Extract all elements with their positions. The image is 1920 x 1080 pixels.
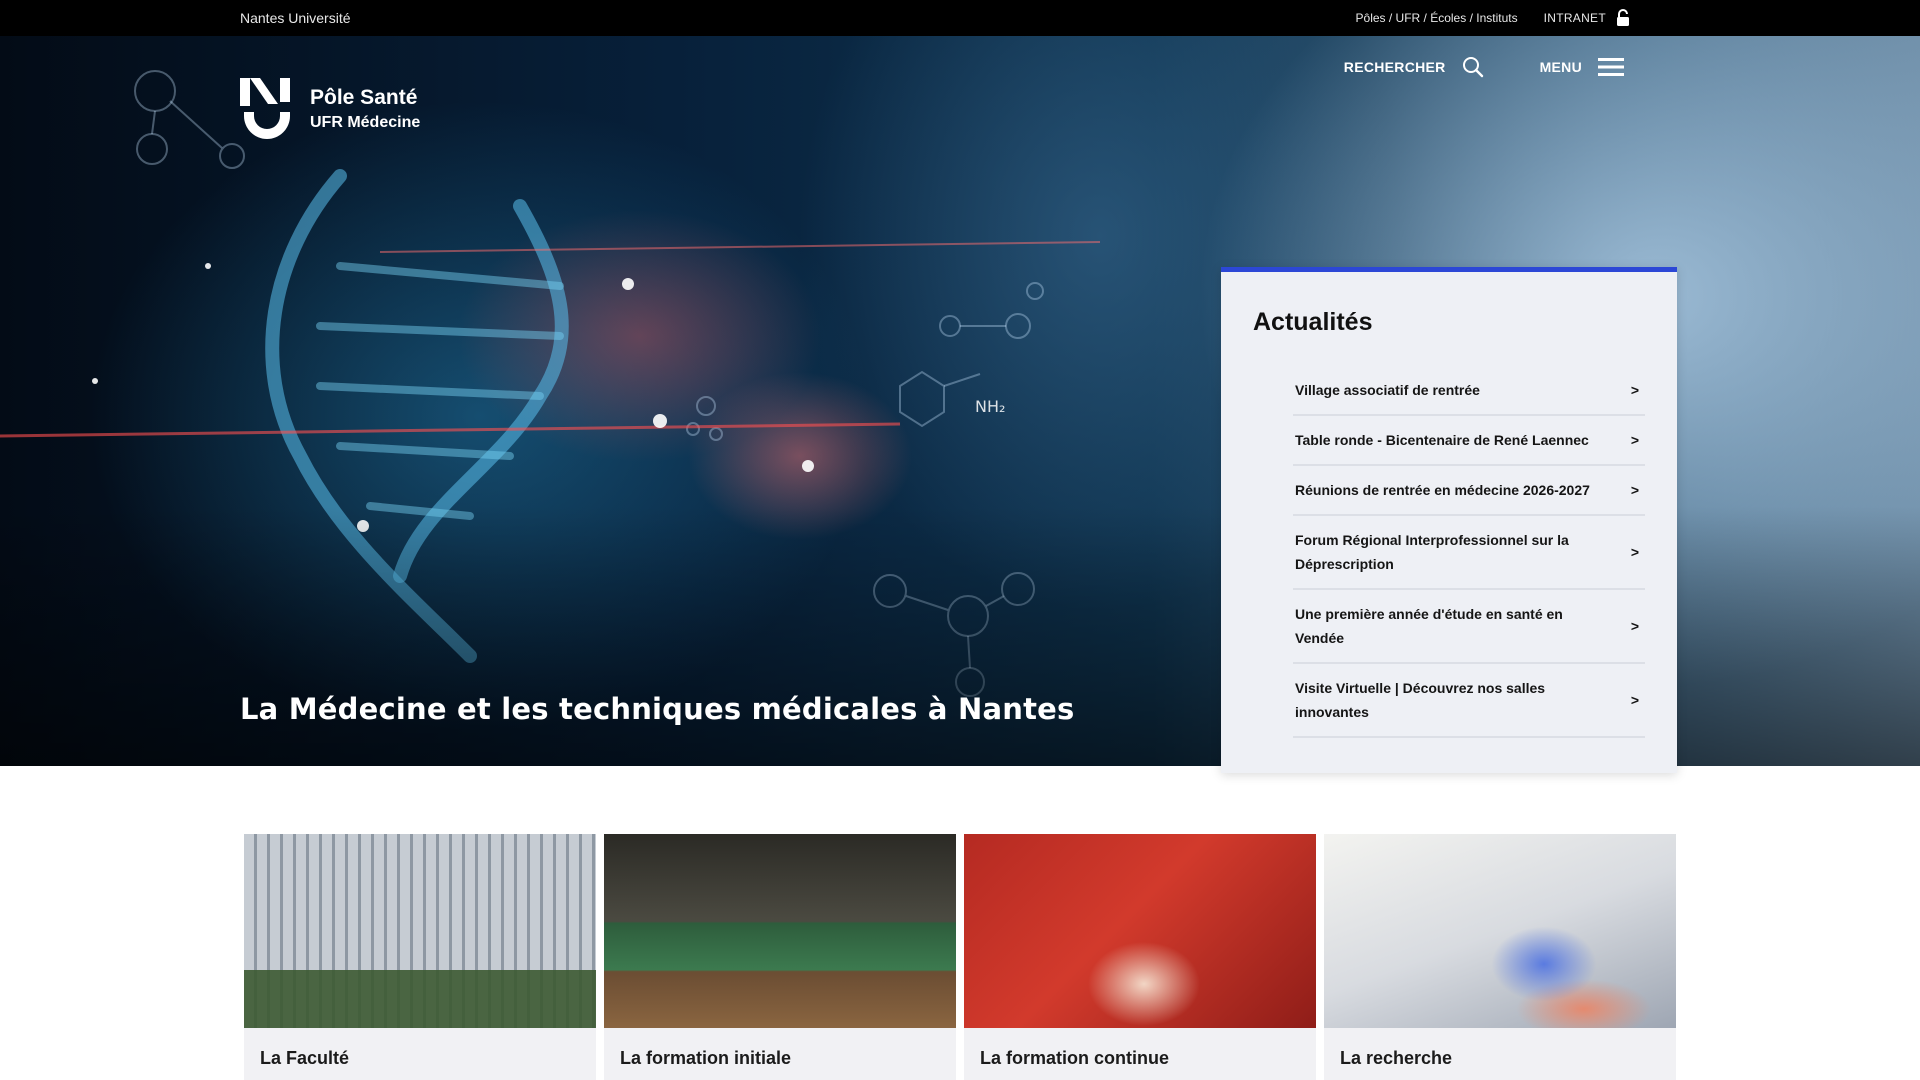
hamburger-icon — [1598, 58, 1624, 76]
intranet-label: INTRANET — [1543, 11, 1606, 25]
header-actions: RECHERCHER MENU — [1344, 56, 1624, 78]
chevron-right-icon: > — [1630, 432, 1639, 448]
news-item[interactable]: Forum Régional Interprofessionnel sur la… — [1293, 516, 1645, 590]
chevron-right-icon: > — [1630, 544, 1639, 560]
top-links: Pôles / UFR / Écoles / Instituts INTRANE… — [1356, 9, 1630, 27]
chevron-right-icon: > — [1630, 482, 1639, 498]
student-writing-image — [964, 834, 1316, 1028]
poles-link[interactable]: Pôles / UFR / Écoles / Instituts — [1356, 11, 1518, 25]
card-label: La formation initiale — [620, 1048, 792, 1068]
university-link[interactable]: Nantes Université — [240, 10, 351, 26]
card-recherche[interactable]: La recherche — [1324, 834, 1676, 1080]
svg-text:NH₂: NH₂ — [975, 397, 1005, 416]
card-formation-continue[interactable]: La formation continue — [964, 834, 1316, 1080]
search-icon — [1462, 57, 1483, 78]
card-formation-initiale[interactable]: La formation initiale — [604, 834, 956, 1080]
news-item[interactable]: Village associatif de rentrée > — [1293, 366, 1645, 416]
news-item-label: Table ronde - Bicentenaire de René Laenn… — [1295, 432, 1589, 448]
news-item[interactable]: Réunions de rentrée en médecine 2026-202… — [1293, 466, 1645, 516]
search-label: RECHERCHER — [1343, 59, 1446, 75]
card-label: La formation continue — [980, 1048, 1169, 1068]
card-label: La recherche — [1340, 1048, 1453, 1068]
chevron-right-icon: > — [1630, 692, 1639, 708]
card-label: La Faculté — [260, 1048, 350, 1068]
news-item-label: Visite Virtuelle | Découvrez nos salles … — [1295, 680, 1546, 720]
news-panel: Actualités Village associatif de rentrée… — [1221, 267, 1677, 773]
lock-icon — [1617, 9, 1629, 26]
news-item-label: Une première année d'étude en santé en V… — [1295, 606, 1563, 646]
chevron-right-icon: > — [1630, 382, 1639, 398]
laboratory-image — [1324, 834, 1676, 1028]
faculty-building-image — [244, 834, 596, 1028]
news-item[interactable]: Une première année d'étude en santé en V… — [1293, 590, 1645, 664]
menu-label: MENU — [1539, 59, 1582, 75]
card-faculte[interactable]: La Faculté — [244, 834, 596, 1080]
news-item[interactable]: Visite Virtuelle | Découvrez nos salles … — [1293, 664, 1645, 738]
search-button[interactable]: RECHERCHER — [1344, 56, 1484, 78]
news-item-label: Forum Régional Interprofessionnel sur la… — [1295, 532, 1569, 572]
lecture-hall-image — [604, 834, 956, 1028]
news-list: Village associatif de rentrée > Table ro… — [1293, 366, 1645, 738]
section-cards: La Faculté La formation initiale La form… — [244, 834, 1676, 1080]
brand-names: Pôle Santé UFR Médecine — [310, 86, 420, 132]
site-logo[interactable]: Pôle Santé UFR Médecine — [240, 76, 420, 142]
chevron-right-icon: > — [1630, 618, 1639, 634]
hero-title: La Médecine et les techniques médicales … — [240, 692, 1075, 726]
intranet-link[interactable]: INTRANET — [1544, 9, 1630, 27]
news-item-label: Village associatif de rentrée — [1295, 382, 1480, 398]
news-heading: Actualités — [1253, 308, 1373, 336]
nantes-universite-logo-icon — [240, 78, 290, 139]
news-item-label: Réunions de rentrée en médecine 2026-202… — [1295, 482, 1590, 498]
top-utility-bar: Nantes Université Pôles / UFR / Écoles /… — [0, 0, 1920, 36]
brand-title: Pôle Santé — [310, 86, 418, 109]
brand-subtitle: UFR Médecine — [310, 114, 421, 131]
news-item[interactable]: Table ronde - Bicentenaire de René Laenn… — [1293, 416, 1645, 466]
menu-button[interactable]: MENU — [1540, 58, 1624, 76]
